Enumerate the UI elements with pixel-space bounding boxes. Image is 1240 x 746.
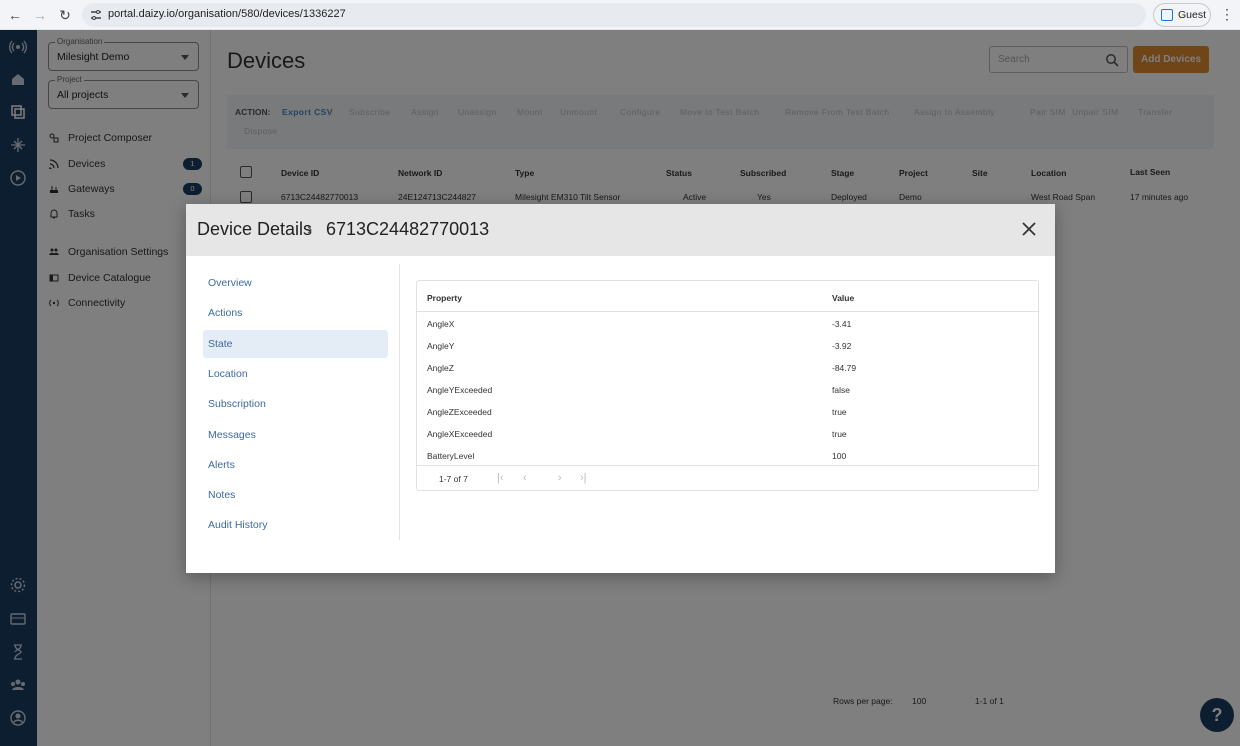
forward-icon[interactable]: → bbox=[30, 5, 50, 25]
tab-actions[interactable]: Actions bbox=[203, 299, 388, 327]
site-settings-icon[interactable] bbox=[89, 8, 103, 22]
dialog-device-id: 6713C24482770013 bbox=[326, 219, 490, 239]
table-row: AngleX -3.41 bbox=[417, 312, 1038, 334]
tab-alerts[interactable]: Alerts bbox=[203, 451, 388, 479]
close-icon[interactable] bbox=[1020, 220, 1038, 238]
header-value: Value bbox=[832, 293, 855, 303]
address-bar[interactable]: portal.daizy.io/organisation/580/devices… bbox=[82, 3, 1146, 27]
header-property: Property bbox=[427, 293, 462, 303]
property-cell: AngleY bbox=[427, 341, 455, 351]
tab-messages[interactable]: Messages bbox=[203, 421, 388, 449]
divider bbox=[399, 264, 400, 540]
table-row: AngleZExceeded true bbox=[417, 400, 1038, 422]
reload-icon[interactable]: ↻ bbox=[55, 5, 75, 25]
value-cell: true bbox=[832, 429, 847, 439]
value-cell: false bbox=[832, 385, 850, 395]
value-cell: -3.41 bbox=[832, 319, 852, 329]
tab-audit-history[interactable]: Audit History bbox=[203, 511, 388, 539]
first-page-icon[interactable]: |‹ bbox=[497, 472, 504, 484]
table-row: AngleXExceeded true bbox=[417, 422, 1038, 444]
value-cell: 100 bbox=[832, 451, 847, 461]
last-page-icon[interactable]: ›| bbox=[580, 472, 587, 484]
tab-overview[interactable]: Overview bbox=[203, 269, 388, 297]
divider bbox=[417, 465, 1038, 466]
table-row: BatteryLevel 100 bbox=[417, 444, 1038, 466]
property-cell: AngleZ bbox=[427, 363, 454, 373]
property-cell: AngleYExceeded bbox=[427, 385, 493, 395]
property-cell: AngleX bbox=[427, 319, 455, 329]
prev-page-icon[interactable]: ‹ bbox=[523, 472, 527, 484]
next-page-icon[interactable]: › bbox=[558, 472, 562, 484]
tab-location[interactable]: Location bbox=[203, 360, 388, 388]
tab-subscription[interactable]: Subscription bbox=[203, 390, 388, 418]
dialog-title: Device Details bbox=[197, 219, 313, 239]
value-cell: -84.79 bbox=[832, 363, 857, 373]
table-row: AngleY -3.92 bbox=[417, 334, 1038, 356]
profile-button[interactable]: Guest bbox=[1153, 3, 1211, 27]
property-cell: AngleXExceeded bbox=[427, 429, 493, 439]
browser-toolbar: ← → ↻ portal.daizy.io/organisation/580/d… bbox=[0, 0, 1240, 30]
breadcrumb-separator-icon: › bbox=[307, 221, 313, 238]
tab-notes[interactable]: Notes bbox=[203, 481, 388, 509]
state-table: Property Value AngleX -3.41 AngleY -3.92 A… bbox=[416, 280, 1039, 491]
property-cell: BatteryLevel bbox=[427, 451, 475, 461]
back-icon[interactable]: ← bbox=[5, 5, 25, 25]
value-cell: true bbox=[832, 407, 847, 417]
table-pagination-range: 1-7 of 7 bbox=[439, 474, 468, 484]
url-text: portal.daizy.io/organisation/580/devices… bbox=[108, 8, 346, 20]
table-row: AngleZ -84.79 bbox=[417, 356, 1038, 378]
browser-menu-icon[interactable]: ⋮ bbox=[1220, 6, 1234, 23]
profile-label: Guest bbox=[1178, 9, 1207, 21]
value-cell: -3.92 bbox=[832, 341, 852, 351]
tab-state[interactable]: State bbox=[203, 330, 388, 358]
dialog-header: Device Details › 6713C24482770013 bbox=[186, 204, 1055, 256]
device-details-dialog: Device Details › 6713C24482770013 Overvi… bbox=[186, 204, 1055, 573]
table-row: AngleYExceeded false bbox=[417, 378, 1038, 400]
property-cell: AngleZExceeded bbox=[427, 407, 492, 417]
profile-icon bbox=[1161, 9, 1173, 21]
